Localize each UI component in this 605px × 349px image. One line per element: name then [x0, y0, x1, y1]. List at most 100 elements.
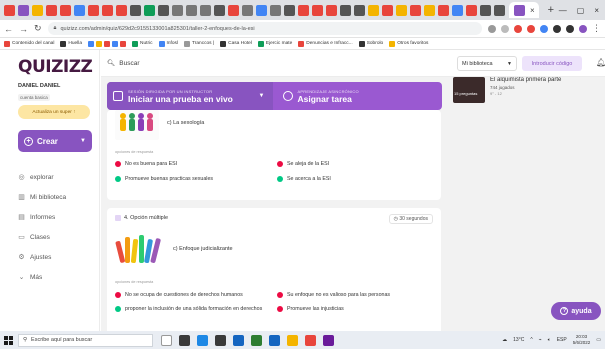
profile-avatar[interactable]: [579, 24, 587, 33]
active-tab[interactable]: ×: [509, 2, 539, 18]
live-quiz-button[interactable]: SESIÓN DIRIGIDA POR UN INSTRUCTOR Inicia…: [107, 82, 273, 110]
sidebar-item-ajustes[interactable]: ⚙ Ajustes: [18, 247, 66, 267]
bookmark-folder[interactable]: Otros favoritos: [389, 40, 428, 47]
related-quiz[interactable]: 15 preguntas El alquimista primera parte…: [449, 77, 605, 117]
tab-favicon[interactable]: [438, 4, 449, 16]
bookmark[interactable]: Tranccos |: [184, 40, 214, 47]
maximize-button[interactable]: ▢: [577, 6, 585, 15]
star-icon[interactable]: [501, 24, 509, 33]
bell-icon[interactable]: 🔔︎: [596, 58, 605, 67]
taskbar-search-input[interactable]: ⚲ Escribe aquí para buscar: [18, 333, 153, 347]
menu-icon[interactable]: ⋮: [592, 23, 601, 34]
tab-favicon[interactable]: [60, 4, 71, 16]
tab-close-icon[interactable]: ×: [530, 6, 535, 15]
reload-icon[interactable]: ↻: [34, 23, 42, 34]
extension-icon[interactable]: [540, 24, 548, 33]
forward-icon[interactable]: →: [19, 24, 28, 34]
bookmark[interactable]: Sobrolo: [358, 40, 383, 47]
bookmark[interactable]: Contenido del canal: [4, 40, 54, 47]
chevron-up-icon[interactable]: ^: [530, 337, 532, 343]
bookmark[interactable]: Huella: [60, 40, 82, 47]
window-close-button[interactable]: ×: [594, 6, 599, 15]
tab-favicon[interactable]: [340, 4, 351, 16]
tab-favicon[interactable]: [480, 4, 491, 16]
tab-favicon[interactable]: [32, 4, 43, 16]
edge-icon[interactable]: [197, 334, 208, 346]
tab-favicon[interactable]: [326, 4, 337, 16]
tab-favicon[interactable]: [172, 4, 183, 16]
chevron-down-icon[interactable]: ▼: [259, 93, 265, 99]
bookmark[interactable]: Ejercic mate: [257, 40, 292, 47]
bookmark[interactable]: Infosl: [158, 40, 178, 47]
tab-favicon[interactable]: [116, 4, 127, 16]
tab-favicon[interactable]: [354, 4, 365, 16]
tab-favicon[interactable]: [4, 4, 15, 16]
tab-favicon[interactable]: [88, 4, 99, 16]
windows-start-icon[interactable]: [4, 335, 13, 345]
tab-favicon[interactable]: [214, 4, 225, 16]
excel-icon[interactable]: [251, 334, 262, 346]
network-icon[interactable]: ⌁: [539, 337, 542, 343]
tab-favicon[interactable]: [368, 4, 379, 16]
sidebar-item-biblioteca[interactable]: ▥ Mi biblioteca: [18, 187, 66, 207]
tab-favicon[interactable]: [200, 4, 211, 16]
tab-favicon[interactable]: [130, 4, 141, 16]
search-input[interactable]: 🔍︎ Buscar: [107, 59, 140, 68]
puzzle-icon[interactable]: [553, 24, 561, 33]
word-icon[interactable]: [269, 334, 280, 346]
library-select[interactable]: Mi biblioteca ▼: [457, 56, 517, 71]
tab-favicon[interactable]: [396, 4, 407, 16]
tab-favicon[interactable]: [466, 4, 477, 16]
sidebar-item-informes[interactable]: ▤ Informes: [18, 207, 66, 227]
mail-icon[interactable]: [233, 334, 244, 346]
volume-icon[interactable]: 🔈︎: [548, 337, 551, 343]
sidebar-icon[interactable]: [566, 24, 574, 33]
tab-favicon[interactable]: [74, 4, 85, 16]
time-badge[interactable]: ◷ 30 segundos: [388, 214, 433, 224]
bookmark[interactable]: Nutric: [132, 40, 153, 47]
weather-icon[interactable]: ☁: [502, 337, 507, 343]
checkbox-icon[interactable]: [115, 215, 121, 221]
tab-favicon[interactable]: [186, 4, 197, 16]
tab-favicon[interactable]: [494, 4, 505, 16]
bookmark[interactable]: [88, 40, 127, 47]
tab-favicon[interactable]: [270, 4, 281, 16]
task-view-icon[interactable]: [179, 334, 190, 346]
tab-favicon[interactable]: [144, 4, 155, 16]
enter-code-button[interactable]: Introducir código: [522, 56, 582, 71]
assign-homework-button[interactable]: APRENDIZAJE ASINCRÓNICO Asignar tarea: [277, 82, 443, 110]
app-icon[interactable]: [323, 334, 334, 346]
tab-favicon[interactable]: [410, 4, 421, 16]
quizizz-logo[interactable]: QUIZIZZ: [18, 57, 93, 77]
tab-favicon[interactable]: [452, 4, 463, 16]
bookmark[interactable]: Casa Hotel: [220, 40, 252, 47]
tab-favicon[interactable]: [298, 4, 309, 16]
clock[interactable]: 20:03 5/6/2022: [573, 334, 591, 346]
share-icon[interactable]: [488, 24, 496, 33]
tab-favicon[interactable]: [312, 4, 323, 16]
language-indicator[interactable]: ESP: [557, 337, 567, 343]
notifications-icon[interactable]: ▭: [596, 337, 601, 343]
extension-icon[interactable]: [514, 24, 522, 33]
help-button[interactable]: ? ayuda: [551, 302, 601, 320]
cortana-icon[interactable]: [161, 334, 172, 346]
tab-favicon[interactable]: [382, 4, 393, 16]
tab-favicon[interactable]: [256, 4, 267, 16]
tab-favicon[interactable]: [424, 4, 435, 16]
sidebar-item-explorar[interactable]: ◎ explorar: [18, 167, 66, 187]
new-tab-button[interactable]: +: [548, 4, 554, 16]
tab-favicon[interactable]: [284, 4, 295, 16]
url-input[interactable]: 🔒︎ quizizz.com/admin/quiz/629d2c91551330…: [47, 22, 482, 35]
upgrade-button[interactable]: Actualiza un super ↑: [18, 105, 90, 119]
sidebar-item-clases[interactable]: ▭ Clases: [18, 227, 66, 247]
create-button[interactable]: + Crear ▼: [18, 130, 92, 152]
store-icon[interactable]: [215, 334, 226, 346]
chrome-icon[interactable]: [305, 334, 316, 346]
tab-favicon[interactable]: [102, 4, 113, 16]
tab-favicon[interactable]: [158, 4, 169, 16]
tab-favicon[interactable]: [18, 4, 29, 16]
tab-favicon[interactable]: [228, 4, 239, 16]
tab-favicon[interactable]: [46, 4, 57, 16]
bookmark[interactable]: Denuncias e Infracc...: [298, 40, 353, 47]
minimize-button[interactable]: —: [559, 6, 567, 15]
